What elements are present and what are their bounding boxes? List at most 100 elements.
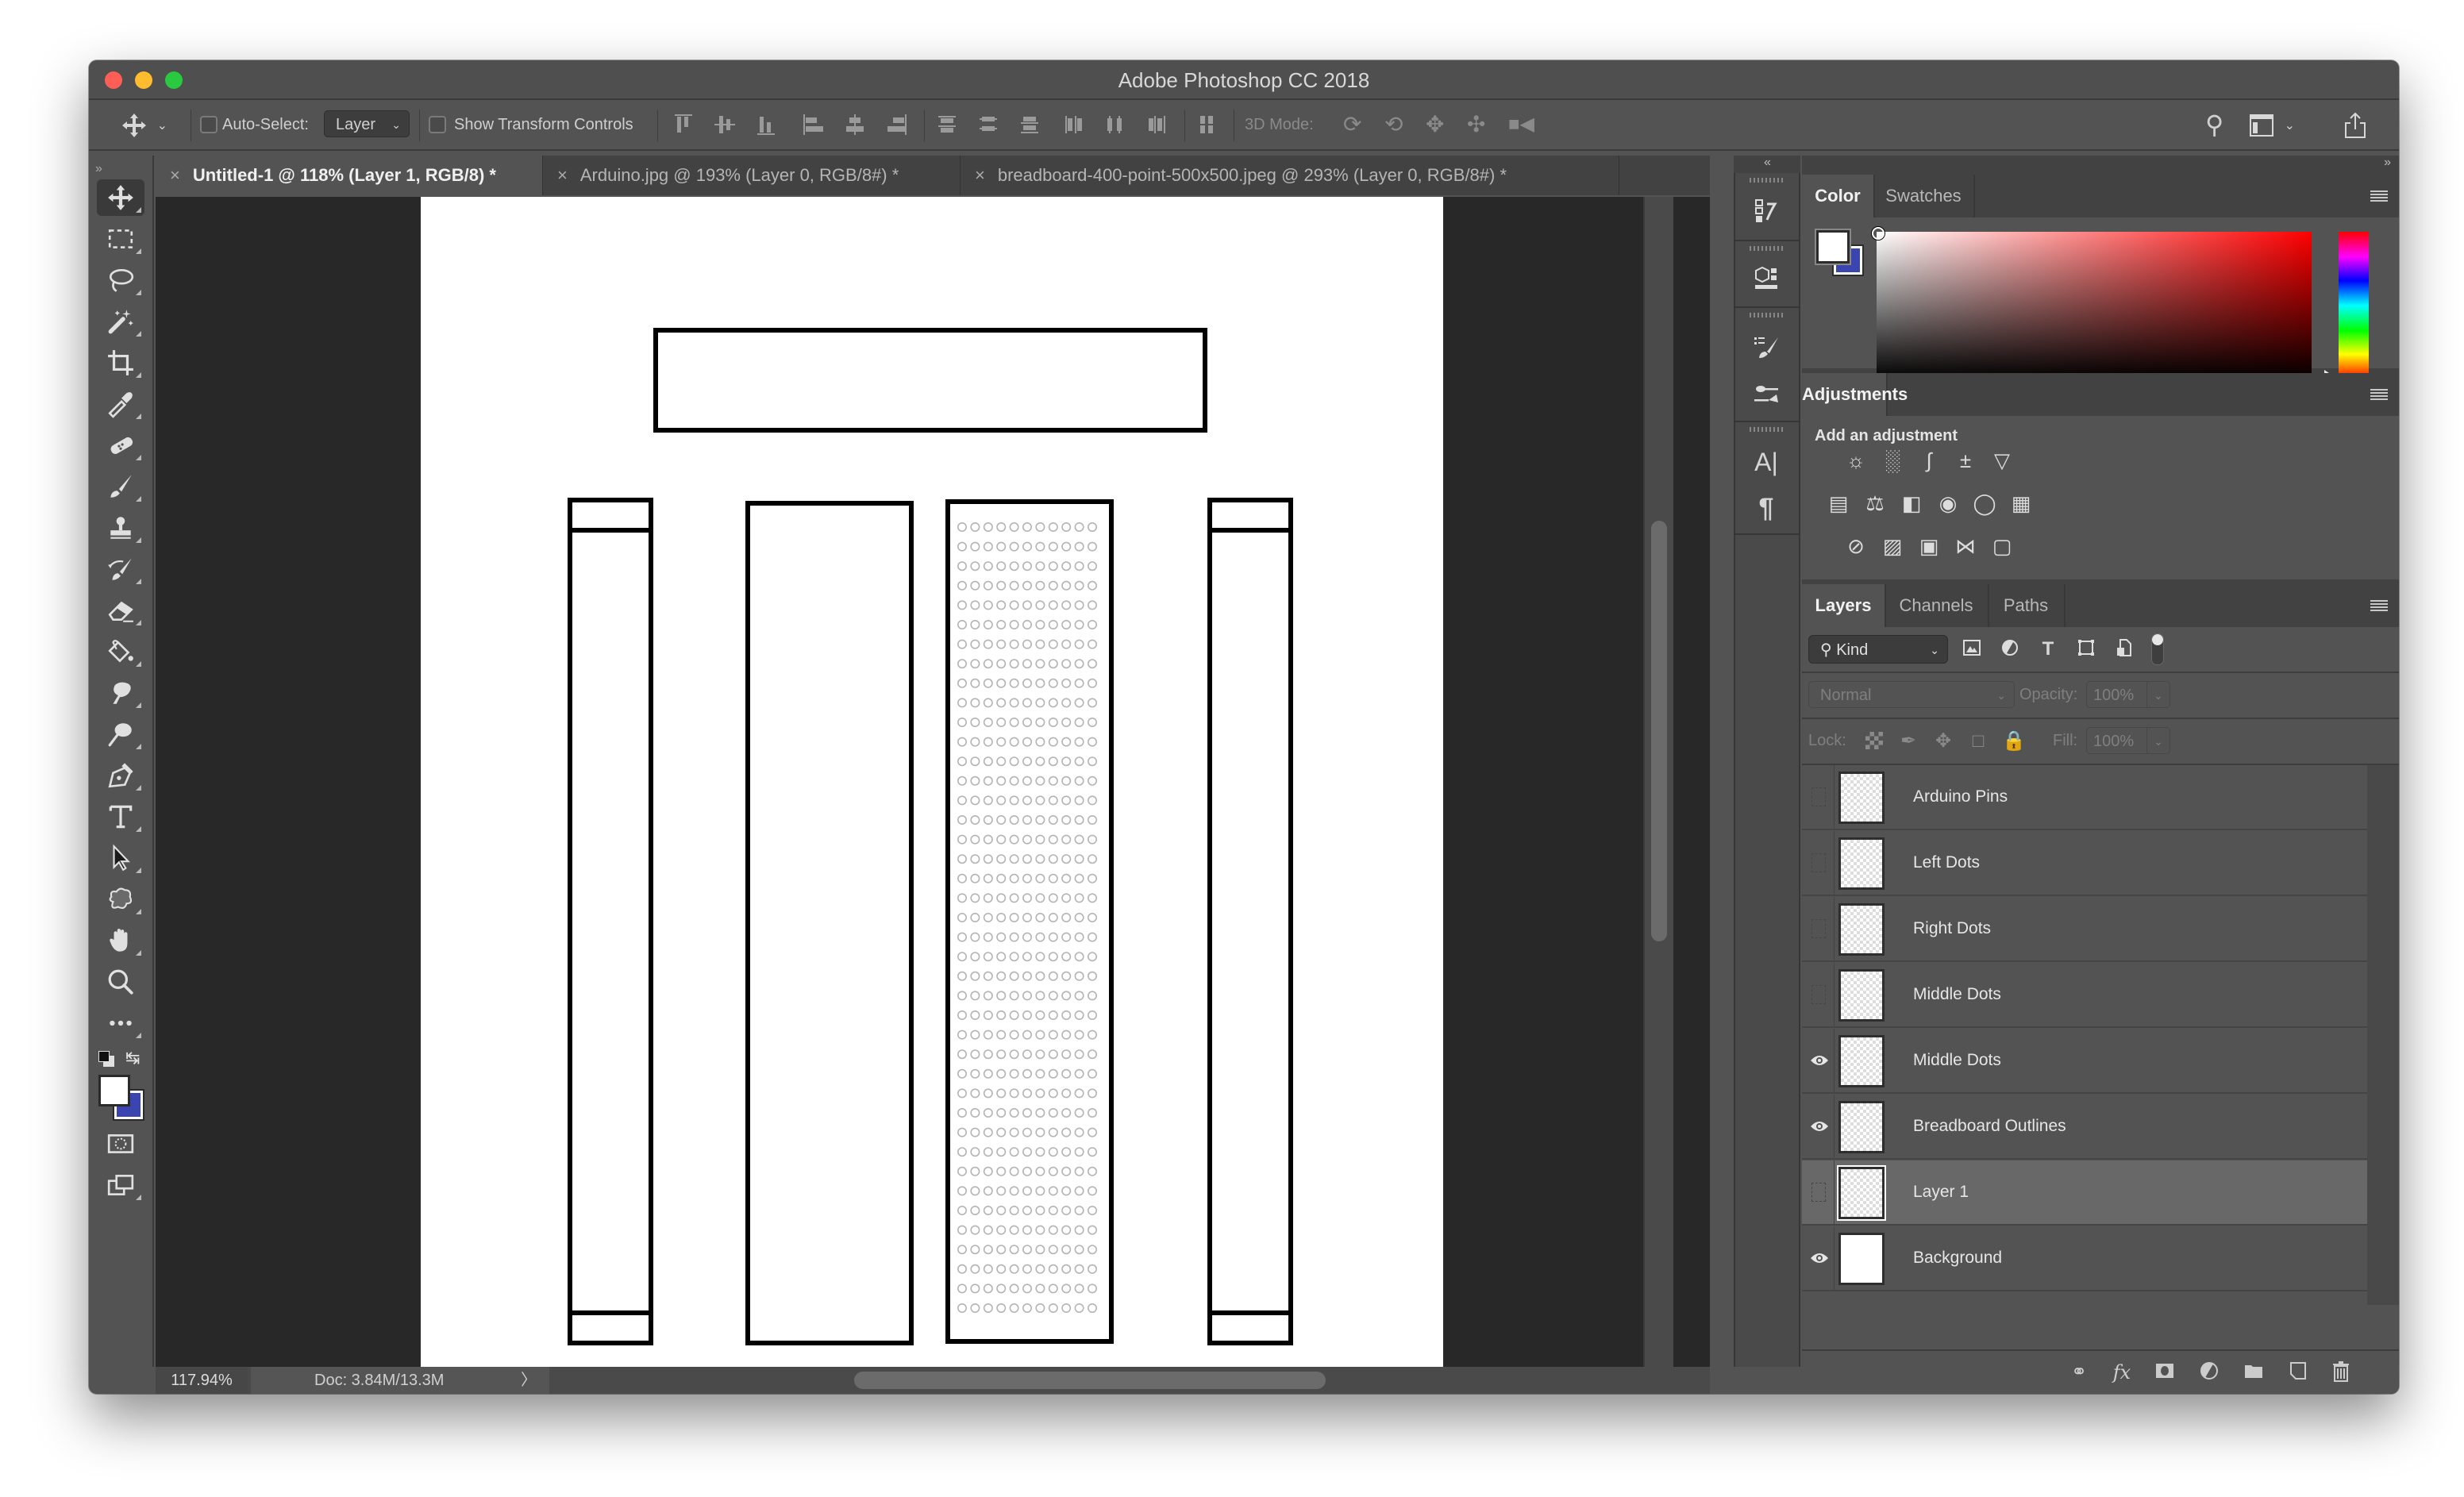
- layers-scrollbar[interactable]: [2367, 765, 2399, 1305]
- doc-info[interactable]: Doc: 3.84M/13.3M 〉: [251, 1367, 549, 1394]
- blend-mode-dropdown[interactable]: Normal ⌄: [1808, 681, 2015, 708]
- zoom-level[interactable]: 117.94%: [156, 1367, 248, 1394]
- 3d-scale-camera-icon[interactable]: ■◀: [1508, 100, 1534, 149]
- layer-name[interactable]: Arduino Pins: [1913, 765, 2008, 829]
- align-vertical-centers-icon[interactable]: [714, 114, 735, 135]
- foreground-color-swatch[interactable]: [98, 1075, 130, 1106]
- magic-wand-tool[interactable]: [97, 303, 144, 340]
- workspace-switcher-button[interactable]: ⌄: [2250, 100, 2295, 151]
- layer-thumbnail[interactable]: [1838, 772, 1885, 824]
- distribute-left-icon[interactable]: [1064, 114, 1084, 135]
- 3d-roll-icon[interactable]: ⟲: [1384, 100, 1403, 149]
- layer-visibility-toggle[interactable]: [1802, 831, 1835, 895]
- vibrance-icon[interactable]: ▽: [1989, 448, 2015, 473]
- opacity-field[interactable]: 100% ⌄: [2086, 681, 2170, 708]
- drag-grip[interactable]: [1750, 313, 1784, 317]
- filter-adjustment-layers-icon[interactable]: [1999, 638, 2021, 660]
- dodge-tool[interactable]: [97, 716, 144, 752]
- quick-mask-button[interactable]: [97, 1126, 144, 1162]
- close-tab-icon[interactable]: ×: [170, 156, 180, 195]
- layer-name[interactable]: Background: [1913, 1226, 2002, 1290]
- align-bottom-edges-icon[interactable]: [756, 114, 776, 135]
- layer-visibility-toggle[interactable]: [1802, 897, 1835, 960]
- 3d-orbit-icon[interactable]: ⟳: [1343, 100, 1361, 149]
- hue-slider[interactable]: [2339, 232, 2369, 379]
- layer-thumbnail[interactable]: [1838, 837, 1885, 890]
- photo-filter-icon[interactable]: ◉: [1935, 491, 1961, 516]
- align-right-edges-icon[interactable]: [886, 114, 907, 135]
- layer-thumbnail[interactable]: [1838, 1101, 1885, 1153]
- filter-pixel-layers-icon[interactable]: [1961, 638, 1983, 660]
- filter-shape-layers-icon[interactable]: [2075, 638, 2097, 660]
- layer-visibility-toggle[interactable]: [1802, 1226, 1835, 1290]
- layer-thumbnail[interactable]: [1838, 969, 1885, 1022]
- curves-icon[interactable]: ∫: [1916, 448, 1942, 473]
- layer-thumbnail[interactable]: [1838, 903, 1885, 956]
- tab-adjustments[interactable]: Adjustments: [1802, 373, 1908, 416]
- screen-mode-button[interactable]: [97, 1167, 144, 1203]
- align-left-edges-icon[interactable]: [803, 114, 824, 135]
- drag-grip[interactable]: [1750, 427, 1784, 432]
- panel-menu-icon[interactable]: [2370, 600, 2388, 611]
- eraser-tool[interactable]: [97, 592, 144, 629]
- lock-transparent-pixels-icon[interactable]: [1865, 732, 1883, 749]
- new-layer-icon[interactable]: [2286, 1360, 2310, 1384]
- layer-row[interactable]: Middle Dots: [1802, 1029, 2367, 1094]
- panel-menu-icon[interactable]: [2370, 190, 2388, 202]
- align-horizontal-centers-icon[interactable]: [845, 114, 865, 135]
- filter-kind-dropdown[interactable]: ⚲ Kind ⌄: [1808, 635, 1948, 664]
- lock-position-icon[interactable]: ✥: [1932, 730, 1954, 752]
- brush-settings-panel-button[interactable]: [1740, 325, 1792, 370]
- layer-row[interactable]: Background: [1802, 1226, 2367, 1291]
- hand-tool[interactable]: [97, 922, 144, 959]
- layer-row[interactable]: Middle Dots: [1802, 963, 2367, 1028]
- layer-visibility-toggle[interactable]: [1802, 1095, 1835, 1158]
- lock-all-icon[interactable]: 🔒: [2002, 730, 2026, 752]
- channel-mixer-icon[interactable]: ◯: [1972, 491, 1997, 516]
- expand-panels-icon[interactable]: »: [2384, 156, 2391, 170]
- chevron-down-icon[interactable]: ⌄: [2146, 728, 2169, 753]
- zoom-tool[interactable]: [97, 964, 144, 1000]
- invert-icon[interactable]: ⊘: [1843, 533, 1869, 559]
- rectangular-marquee-tool[interactable]: [97, 221, 144, 257]
- align-top-edges-icon[interactable]: [673, 114, 694, 135]
- distribute-bottom-icon[interactable]: [1019, 114, 1040, 135]
- drag-grip[interactable]: [1750, 178, 1784, 183]
- brush-tool[interactable]: [97, 468, 144, 505]
- black-white-icon[interactable]: ◧: [1899, 491, 1924, 516]
- crop-tool[interactable]: [97, 344, 144, 381]
- vertical-scroll-thumb[interactable]: [1651, 521, 1667, 941]
- tab-paths[interactable]: Paths: [1988, 584, 2066, 627]
- filter-toggle-switch[interactable]: [2151, 633, 2164, 665]
- layer-name[interactable]: Middle Dots: [1913, 1029, 2001, 1092]
- 3d-slide-icon[interactable]: ✣: [1467, 100, 1485, 149]
- paint-bucket-tool[interactable]: [97, 633, 144, 670]
- fill-field[interactable]: 100% ⌄: [2086, 727, 2170, 754]
- layer-visibility-toggle[interactable]: [1802, 1029, 1835, 1092]
- eyedropper-tool[interactable]: [97, 386, 144, 422]
- exposure-icon[interactable]: ±: [1953, 448, 1978, 473]
- tab-channels[interactable]: Channels: [1885, 584, 1989, 627]
- color-field[interactable]: [1872, 227, 2312, 379]
- delete-layer-icon[interactable]: [2329, 1360, 2353, 1384]
- layer-name[interactable]: Left Dots: [1913, 831, 1980, 895]
- spot-healing-brush-tool[interactable]: [97, 427, 144, 464]
- type-tool[interactable]: [97, 799, 144, 835]
- 3d-pan-icon[interactable]: ✥: [1426, 100, 1444, 149]
- add-layer-style-icon[interactable]: fx: [2110, 1360, 2134, 1384]
- vertical-scrollbar[interactable]: [1643, 197, 1673, 1367]
- layer-thumbnail[interactable]: [1837, 1165, 1886, 1221]
- horizontal-scroll-thumb[interactable]: [854, 1372, 1326, 1389]
- layer-row[interactable]: Arduino Pins: [1802, 765, 2367, 830]
- add-layer-mask-icon[interactable]: [2153, 1360, 2177, 1384]
- tab-breadboard[interactable]: × breadboard-400-point-500x500.jpeg @ 293…: [961, 156, 1619, 195]
- auto-align-layers-icon[interactable]: [1197, 114, 1218, 135]
- layer-row[interactable]: Left Dots: [1802, 831, 2367, 896]
- posterize-icon[interactable]: ▨: [1880, 533, 1905, 559]
- document-canvas[interactable]: [421, 197, 1443, 1367]
- clone-stamp-tool[interactable]: [97, 510, 144, 546]
- levels-icon[interactable]: ░: [1880, 448, 1905, 473]
- color-balance-icon[interactable]: ⚖: [1862, 491, 1888, 516]
- swap-colors-icon[interactable]: ↹: [125, 1048, 140, 1068]
- layer-row[interactable]: Layer 1: [1802, 1160, 2367, 1226]
